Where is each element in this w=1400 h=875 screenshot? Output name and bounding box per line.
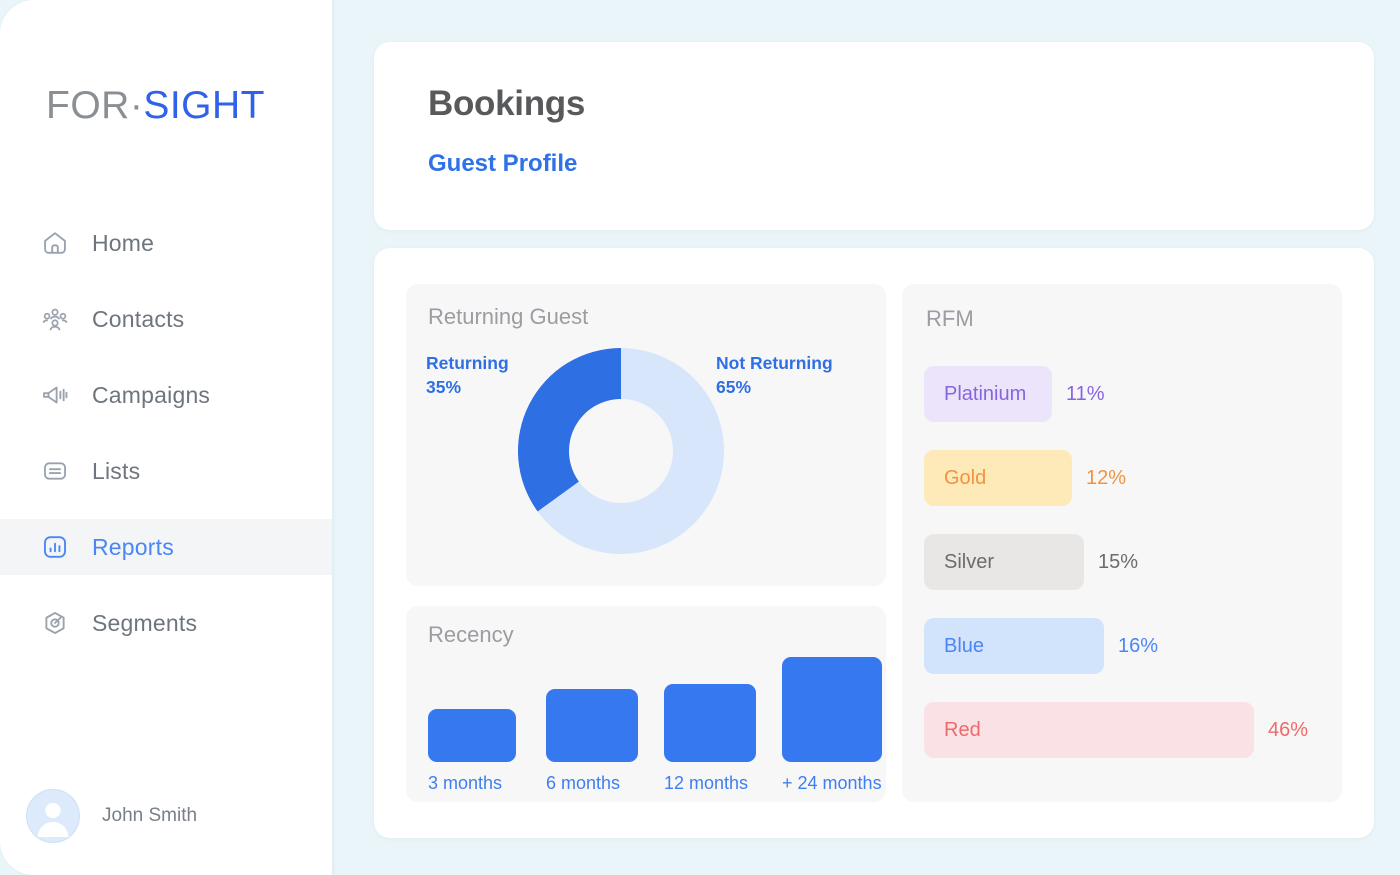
returning-guest-panel: Returning Guest Returning 35% Not Return… [406,284,886,586]
rfm-bar-label: Gold [944,466,987,489]
app-logo[interactable]: FOR·SIGHT [46,84,265,128]
sidebar-item-label: Lists [92,457,141,484]
recency-bar-chart: 3 months 6 months 12 months + 24 months [428,614,882,802]
recency-bar-label: + 24 months [782,773,882,793]
recency-bar-label: 12 months [664,773,749,793]
recency-bar[interactable] [782,657,882,762]
recency-panel: Recency 3 months 6 months 12 months + 24 mo… [406,606,886,802]
donut-legend-returning: Returning 35% [426,352,509,399]
sidebar-item-lists[interactable]: Lists [0,443,332,499]
logo-text-accent: SIGHT [143,84,265,127]
recency-bar[interactable] [546,689,638,762]
rfm-bar[interactable]: Blue [924,618,1104,674]
sidebar-item-label: Contacts [92,305,185,332]
logo-text-primary: FOR [46,84,130,127]
logo-separator: · [129,84,144,127]
donut-slice [518,348,621,512]
megaphone-icon [40,380,70,410]
rfm-bar-value: 12% [1086,466,1127,489]
donut-legend-not-returning: Not Returning 65% [716,352,833,399]
rfm-bar-value: 15% [1098,550,1139,573]
recency-bar-label: 6 months [546,773,621,793]
sidebar-item-label: Home [92,229,155,256]
sidebar-item-label: Campaigns [92,381,211,408]
sidebar-item-home[interactable]: Home [0,215,332,271]
rfm-row: Gold 12% [924,450,1330,506]
main-content: Bookings Guest Profile Returning Guest R… [332,0,1400,875]
donut-legend-returning-value: 35% [426,376,462,397]
user-name: John Smith [102,805,198,826]
rfm-panel: RFM Platinium 11% Gold 12% Silver 15% Blue 16% R… [902,284,1342,802]
home-icon [40,228,70,258]
rfm-title: RFM [926,306,974,331]
rfm-bar-label: Silver [944,550,995,573]
recency-bar[interactable] [428,709,516,762]
sidebar-item-reports[interactable]: Reports [0,519,332,575]
donut-legend-not-returning-label: Not Returning [716,353,833,373]
rfm-bar-value: 46% [1268,718,1309,741]
donut-legend-returning-label: Returning [426,353,509,373]
rfm-bar-label: Platinium [944,382,1027,405]
rfm-bar[interactable]: Gold [924,450,1072,506]
sidebar-item-label: Segments [92,609,198,636]
rfm-row: Silver 15% [924,534,1330,590]
sidebar: FOR·SIGHT Home Contacts Campaigns Lists … [0,0,332,875]
returning-guest-donut-chart [516,346,726,556]
dashboard-card: Returning Guest Returning 35% Not Return… [374,248,1374,838]
rfm-bar[interactable]: Platinium [924,366,1052,422]
rfm-bar[interactable]: Silver [924,534,1084,590]
user-profile[interactable]: John Smith [26,789,197,843]
app-root: FOR·SIGHT Home Contacts Campaigns Lists … [0,0,1400,875]
donut-legend-not-returning-value: 65% [716,376,752,397]
guest-profile-link[interactable]: Guest Profile [428,150,577,178]
sidebar-item-contacts[interactable]: Contacts [0,291,332,347]
avatar [26,789,80,843]
rfm-bar-chart: Platinium 11% Gold 12% Silver 15% Blue 16% Red 46… [924,366,1330,786]
rfm-bar-label: Blue [944,634,985,657]
page-header-card: Bookings Guest Profile [374,42,1374,230]
rfm-bar-value: 11% [1066,382,1105,405]
target-icon [40,608,70,638]
rfm-bar-label: Red [944,718,981,741]
rfm-row: Platinium 11% [924,366,1330,422]
sidebar-nav: Home Contacts Campaigns Lists Reports Se… [0,215,332,671]
sidebar-item-segments[interactable]: Segments [0,595,332,651]
recency-bar-label: 3 months [428,773,503,793]
rfm-bar[interactable]: Red [924,702,1254,758]
page-title: Bookings [428,84,586,123]
rfm-bar-value: 16% [1118,634,1159,657]
recency-bar[interactable] [664,684,756,762]
rfm-row: Red 46% [924,702,1330,758]
list-icon [40,456,70,486]
contacts-icon [40,304,70,334]
sidebar-item-label: Reports [92,533,174,560]
sidebar-item-campaigns[interactable]: Campaigns [0,367,332,423]
returning-guest-title: Returning Guest [428,304,589,329]
rfm-row: Blue 16% [924,618,1330,674]
bar-chart-icon [40,532,70,562]
